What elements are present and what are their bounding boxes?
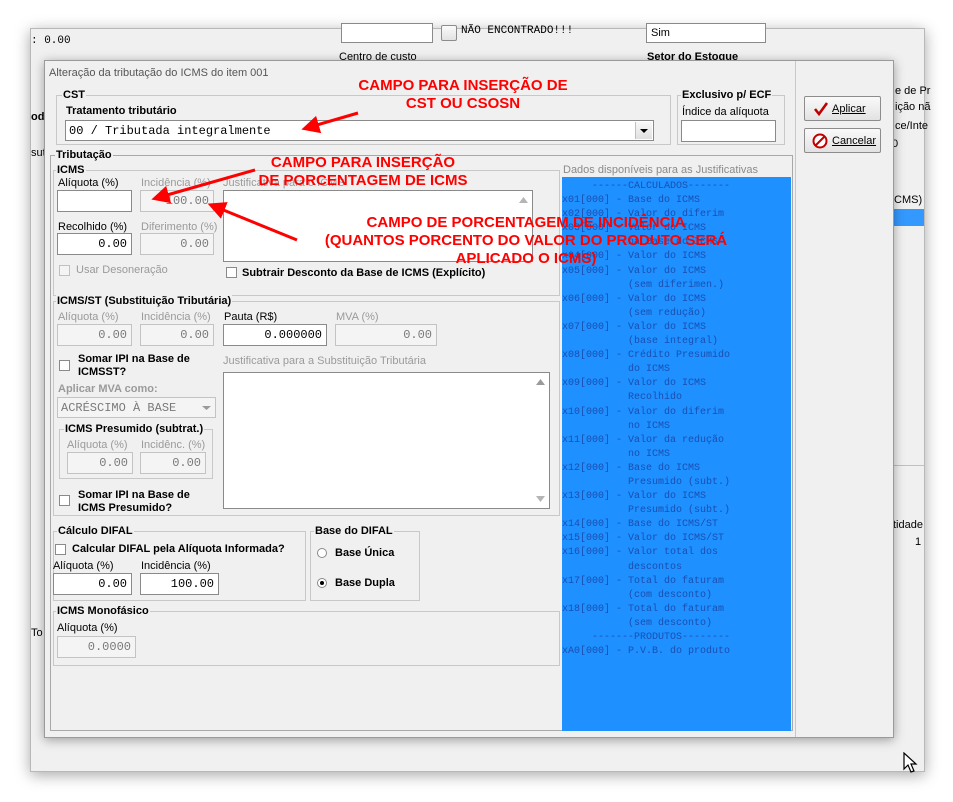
- mouse-cursor-icon: [903, 752, 918, 773]
- annotation-aliquota-line1: CAMPO PARA INSERÇÃO: [270, 154, 456, 171]
- annotation-aliquota: CAMPO PARA INSERÇÃO DE PORCENTAGEM DE IC…: [238, 154, 488, 190]
- annotation-incidencia-line3: APLICADO O ICMS): [455, 250, 597, 267]
- annotation-cst-line1: CAMPO PARA INSERÇÃO DE: [358, 77, 568, 94]
- annotation-arrows: [151, 111, 359, 242]
- arrow-to-incidencia: [207, 202, 298, 242]
- annotation-incidencia-line1: CAMPO DE PORCENTAGEM DE INCIDÊNCIA: [366, 214, 686, 231]
- annotation-cst-line2: CST OU CSOSN: [405, 95, 521, 112]
- annotation-incidencia: CAMPO DE PORCENTAGEM DE INCIDÊNCIA (QUAN…: [296, 214, 756, 268]
- annotation-incidencia-line2: (QUANTOS PORCENTO DO VALOR DO PRODUTO SE…: [324, 232, 728, 249]
- annotation-cst: CAMPO PARA INSERÇÃO DE CST OU CSOSN: [330, 77, 596, 113]
- annotation-aliquota-line2: DE PORCENTAGEM DE ICMS: [258, 172, 468, 189]
- arrow-to-cst: [301, 111, 359, 134]
